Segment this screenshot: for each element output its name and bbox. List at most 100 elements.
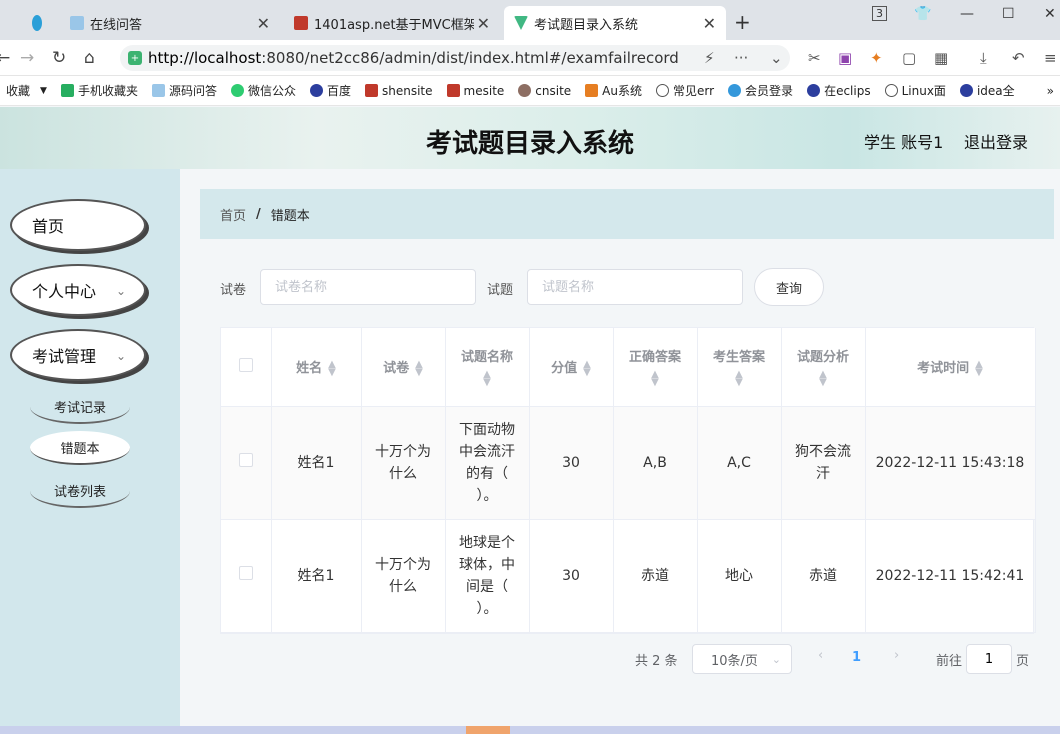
table-row[interactable]: 姓名1 十万个为什么 地球是个球体，中间是（ ）。 30 赤道 地心 赤道 20…	[221, 519, 1036, 633]
column-header[interactable]: 姓名 ▲ ▼	[271, 328, 362, 407]
bookmark-item[interactable]: 百度	[309, 82, 351, 99]
bookmark-item[interactable]: 手机收藏夹	[60, 82, 138, 99]
question-cell: 下面动物中会流汗的有（ ）。	[445, 406, 530, 520]
maximize-icon[interactable]: ☐	[1002, 6, 1015, 22]
lightning-icon[interactable]: ⚡	[704, 49, 715, 67]
column-header[interactable]: 试题分析 ▲ ▼	[781, 328, 866, 407]
tab-asp-site[interactable]: 1401asp.net基于MVC框架家... ✕	[284, 6, 500, 40]
select-all-cell[interactable]	[221, 328, 272, 407]
page-size-select[interactable]: 10条/页 ⌄	[692, 644, 792, 674]
bookmark-item[interactable]: 会员登录	[728, 82, 793, 99]
pagination-total: 共 2 条	[635, 654, 678, 669]
column-header[interactable]: 试卷 ▲ ▼	[361, 328, 446, 407]
sidebar-subitem-paper-list[interactable]: 试卷列表	[30, 474, 130, 508]
sidebar-subitem-wrong-questions[interactable]: 错题本	[30, 431, 130, 465]
correct-answer-cell: A,B	[613, 406, 698, 520]
bookmark-item[interactable]: 收藏 ▼	[6, 82, 47, 99]
dropdown-icon[interactable]: ⌄	[770, 49, 783, 67]
question-search-input[interactable]	[527, 269, 743, 305]
bookmark-item[interactable]: 在eclips	[807, 82, 871, 99]
sort-icon[interactable]: ▲ ▼	[975, 359, 983, 377]
bookmark-item[interactable]: cnsite	[518, 84, 571, 98]
row-checkbox[interactable]	[238, 565, 253, 580]
site-favicon-icon	[294, 16, 308, 30]
shirt-icon[interactable]: 👕	[914, 6, 931, 22]
question-favicon-icon	[70, 16, 84, 30]
app-header: 考试题目录入系统 学生 账号1 退出登录	[0, 107, 1060, 169]
row-select-cell[interactable]	[221, 519, 272, 633]
table-row[interactable]: 姓名1 十万个为什么 下面动物中会流汗的有（ ）。 30 A,B A,C 狗不会…	[221, 406, 1036, 520]
close-tab-icon[interactable]: ✕	[703, 14, 716, 33]
download-icon[interactable]: ⤓	[980, 49, 987, 67]
tab-count-badge[interactable]: 3	[872, 6, 887, 21]
column-header[interactable]: 正确答案 ▲ ▼	[613, 328, 698, 407]
bookmark-item[interactable]: shensite	[365, 84, 433, 98]
sort-icon[interactable]: ▲ ▼	[415, 359, 423, 377]
sidebar-item-home[interactable]: 首页	[10, 199, 146, 251]
sort-icon[interactable]: ▲ ▼	[819, 370, 827, 388]
sort-icon[interactable]: ▲ ▼	[651, 370, 659, 388]
reload-icon[interactable]: ↻	[52, 48, 66, 68]
site-icon	[365, 84, 378, 97]
address-bar: ← → ↻ ⌂ + http://localhost:8080/net2cc86…	[0, 40, 1060, 76]
more-icon[interactable]: ···	[734, 49, 748, 67]
current-page-number[interactable]: 1	[852, 650, 861, 665]
menu-icon[interactable]: ≡	[1044, 49, 1057, 67]
query-button[interactable]: 查询	[754, 268, 824, 306]
close-tab-icon[interactable]: ✕	[477, 14, 490, 33]
select-all-checkbox[interactable]	[238, 357, 253, 372]
tab-exam-system[interactable]: 考试题目录入系统 ✕	[504, 6, 726, 40]
extension-icon[interactable]: ▢	[902, 49, 916, 67]
row-select-cell[interactable]	[221, 406, 272, 520]
minimize-icon[interactable]: —	[960, 6, 974, 22]
sidebar-item-personal-center[interactable]: 个人中心 ⌄	[10, 264, 146, 316]
logout-link[interactable]: 退出登录	[964, 129, 1028, 153]
bookmark-item[interactable]: mesite	[446, 84, 504, 98]
url-host: http://localhost	[148, 49, 262, 67]
row-checkbox[interactable]	[238, 452, 253, 467]
paper-search-input[interactable]	[260, 269, 476, 305]
game-icon[interactable]: ✦	[870, 49, 883, 67]
close-window-icon[interactable]: ✕	[1044, 6, 1056, 22]
column-header[interactable]: 考试时间 ▲ ▼	[865, 328, 1036, 407]
translate-icon[interactable]: ▣	[838, 49, 852, 67]
bookmark-item[interactable]: Au系统	[585, 82, 642, 99]
bookmark-item[interactable]: Linux面	[884, 82, 946, 99]
sort-icon[interactable]: ▲ ▼	[328, 359, 336, 377]
bookmark-item[interactable]: 源码问答	[151, 82, 217, 99]
goto-page-input[interactable]	[966, 644, 1012, 674]
scissors-icon[interactable]: ✂	[808, 49, 821, 67]
forward-icon[interactable]: →	[20, 48, 34, 68]
table-header-row: 姓名 ▲ ▼ 试卷 ▲ ▼ 试题名称 ▲ ▼ 分值 ▲ ▼ 正确答案 ▲ ▼ 考生答案 ▲ ▼ 试题分析…	[221, 328, 1036, 407]
sidebar-item-exam-management[interactable]: 考试管理 ⌄	[10, 329, 146, 381]
url-field[interactable]: + http://localhost:8080/net2cc86/admin/d…	[120, 45, 790, 71]
bookmark-item[interactable]: 常见err	[656, 82, 714, 99]
close-tab-icon[interactable]: ✕	[257, 14, 270, 33]
back-icon[interactable]: ←	[0, 48, 10, 68]
page-suffix-label: 页	[1016, 654, 1030, 669]
prev-page-icon[interactable]: ‹	[818, 648, 823, 663]
sort-icon[interactable]: ▲ ▼	[735, 370, 743, 388]
breadcrumb-home[interactable]: 首页	[220, 205, 246, 224]
undo-icon[interactable]: ↶	[1012, 49, 1025, 67]
bookmark-item[interactable]: idea全	[959, 82, 1015, 99]
site-icon	[585, 84, 599, 97]
tab-online-qa[interactable]: 在线问答 ✕	[60, 6, 280, 40]
exam-time-cell: 2022-12-11 15:43:18	[865, 406, 1036, 520]
telegram-icon[interactable]	[22, 6, 52, 40]
apps-icon[interactable]: ▦	[934, 49, 948, 67]
sort-icon[interactable]: ▲ ▼	[483, 370, 491, 388]
next-page-icon[interactable]: ›	[894, 648, 899, 663]
column-header[interactable]: 考生答案 ▲ ▼	[697, 328, 782, 407]
bookmark-item[interactable]: 微信公众	[230, 82, 296, 99]
column-header[interactable]: 分值 ▲ ▼	[529, 328, 614, 407]
current-user: 学生 账号1	[864, 133, 944, 152]
new-tab-icon[interactable]: +	[734, 10, 751, 34]
more-bookmarks-icon[interactable]: »	[1047, 84, 1054, 98]
breadcrumb-current: 错题本	[270, 208, 310, 224]
sort-icon[interactable]: ▲ ▼	[583, 359, 591, 377]
tab-label: 考试题目录入系统	[534, 17, 639, 33]
sidebar-subitem-exam-records[interactable]: 考试记录	[30, 390, 130, 424]
home-icon[interactable]: ⌂	[84, 48, 95, 68]
column-header[interactable]: 试题名称 ▲ ▼	[445, 328, 530, 407]
